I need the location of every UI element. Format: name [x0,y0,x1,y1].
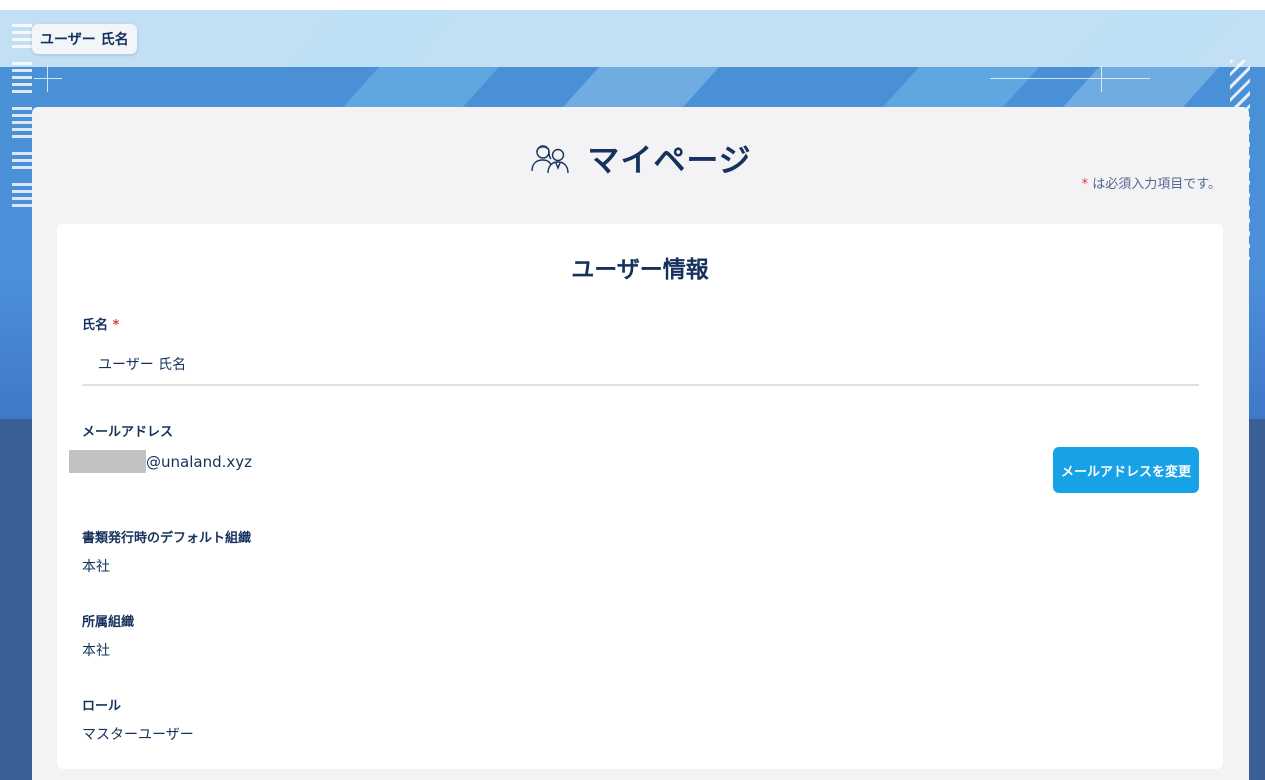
default-org-value: 本社 [82,559,110,575]
user-name-chip[interactable]: ユーザー 氏名 [32,24,137,54]
email-value: @unaland.xyz [69,450,252,473]
user-info-card: ユーザー情報 氏名 * メールアドレス @unaland.xyz メールアドレス… [57,224,1223,769]
mypage-panel: マイページ * は必須入力項目です。 ユーザー情報 氏名 * メールアドレス @… [32,107,1249,780]
users-icon [531,145,570,174]
required-note: * は必須入力項目です。 [1082,173,1221,192]
name-label: 氏名 * [82,314,119,333]
plus-decoration [1101,66,1102,92]
name-input[interactable] [82,344,1199,386]
default-org-label: 書類発行時のデフォルト組織 [82,531,252,546]
role-value: マスターユーザー [82,727,194,743]
page-title: マイページ [587,141,752,179]
card-title: ユーザー情報 [571,257,709,283]
role-label: ロール [82,699,122,714]
required-star: * [112,318,120,333]
affiliation-label: 所属組織 [82,615,135,630]
line-decoration [990,78,1150,79]
required-star: * [1081,177,1089,192]
header-band [0,10,1265,67]
top-strip [0,0,1265,10]
email-domain: @unaland.xyz [146,452,252,471]
name-label-text: 氏名 [82,318,109,333]
email-redaction [69,450,146,473]
header-stripe [122,10,478,67]
change-email-button[interactable]: メールアドレスを変更 [1053,447,1199,493]
plus-decoration [47,66,48,92]
plus-decoration [34,78,62,79]
affiliation-value: 本社 [82,643,110,659]
email-label: メールアドレス [82,425,174,440]
left-bar-decoration [12,24,32,211]
required-note-text: は必須入力項目です。 [1092,177,1221,192]
page-header: マイページ [32,135,1249,181]
header-stripe [902,10,1258,67]
